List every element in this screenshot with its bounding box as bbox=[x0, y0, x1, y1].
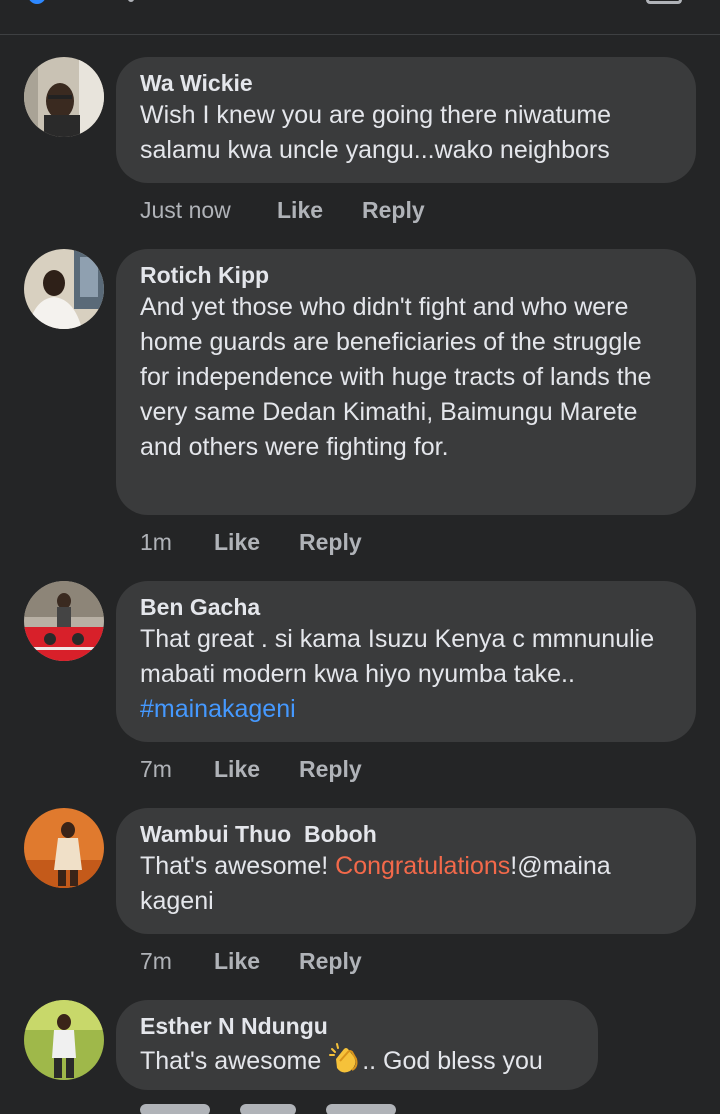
comment-timestamp[interactable]: 1m bbox=[140, 527, 172, 557]
reply-button[interactable]: Reply bbox=[299, 754, 362, 784]
window-icon[interactable] bbox=[646, 0, 682, 4]
comment-bubble[interactable]: Wa Wickie Wish I knew you are going ther… bbox=[116, 57, 696, 183]
like-button[interactable]: Like bbox=[214, 946, 260, 976]
highlighted-word: Congratulations bbox=[335, 852, 511, 880]
menu-glyph-icon bbox=[128, 0, 134, 2]
avatar[interactable] bbox=[24, 57, 104, 137]
comment-author[interactable]: Rotich Kipp bbox=[140, 260, 672, 290]
comment-text-body: That's awesome bbox=[140, 1047, 329, 1075]
like-button[interactable]: Like bbox=[214, 527, 260, 557]
comment-text: Wish I knew you are going there niwatume… bbox=[140, 101, 612, 164]
reply-button[interactable]: Reply bbox=[362, 195, 425, 225]
avatar[interactable] bbox=[24, 808, 104, 888]
avatar[interactable] bbox=[24, 1000, 104, 1080]
top-bar bbox=[0, 0, 720, 35]
comment-bubble[interactable]: Rotich Kipp And yet those who didn't fig… bbox=[116, 249, 696, 515]
profile-icon[interactable] bbox=[28, 0, 46, 4]
comment-timestamp[interactable]: 7m bbox=[140, 946, 172, 976]
comment-text: That great . si kama Isuzu Kenya c mmnun… bbox=[140, 622, 672, 727]
comment-text-end: .. God bless you bbox=[362, 1047, 543, 1075]
hashtag-link[interactable]: #mainakageni bbox=[140, 695, 296, 723]
clapping-hands-icon bbox=[328, 1041, 362, 1075]
comment-text: And yet those who didn't fight and who w… bbox=[140, 293, 652, 461]
like-button[interactable]: Like bbox=[277, 195, 323, 225]
reply-button[interactable]: Reply bbox=[299, 946, 362, 976]
comment-author[interactable]: Esther N Ndungu bbox=[140, 1011, 574, 1041]
next-actions-peek bbox=[140, 1100, 460, 1114]
comment-bubble[interactable]: Ben Gacha That great . si kama Isuzu Ken… bbox=[116, 581, 696, 742]
comment-author[interactable]: Wambui Thuo Boboh bbox=[140, 819, 672, 849]
avatar[interactable] bbox=[24, 581, 104, 661]
comment-bubble[interactable]: Wambui Thuo Boboh That's awesome! Congra… bbox=[116, 808, 696, 934]
comment-text: That's awesome! Congratulations!@maina k… bbox=[140, 849, 672, 919]
comment-timestamp[interactable]: 7m bbox=[140, 754, 172, 784]
comment-timestamp[interactable]: Just now bbox=[140, 195, 231, 225]
comment-author[interactable]: Ben Gacha bbox=[140, 592, 672, 622]
comment-text-body: That great . si kama Isuzu Kenya c mmnun… bbox=[140, 625, 655, 688]
avatar[interactable] bbox=[24, 249, 104, 329]
comment-text-body: That's awesome! bbox=[140, 852, 336, 880]
like-button[interactable]: Like bbox=[214, 754, 260, 784]
reply-button[interactable]: Reply bbox=[299, 527, 362, 557]
comment-text: That's awesome .. God bless you bbox=[140, 1041, 574, 1079]
comment-author[interactable]: Wa Wickie bbox=[140, 68, 672, 98]
comment-bubble[interactable]: Esther N Ndungu That's awesome .. God bl… bbox=[116, 1000, 598, 1090]
